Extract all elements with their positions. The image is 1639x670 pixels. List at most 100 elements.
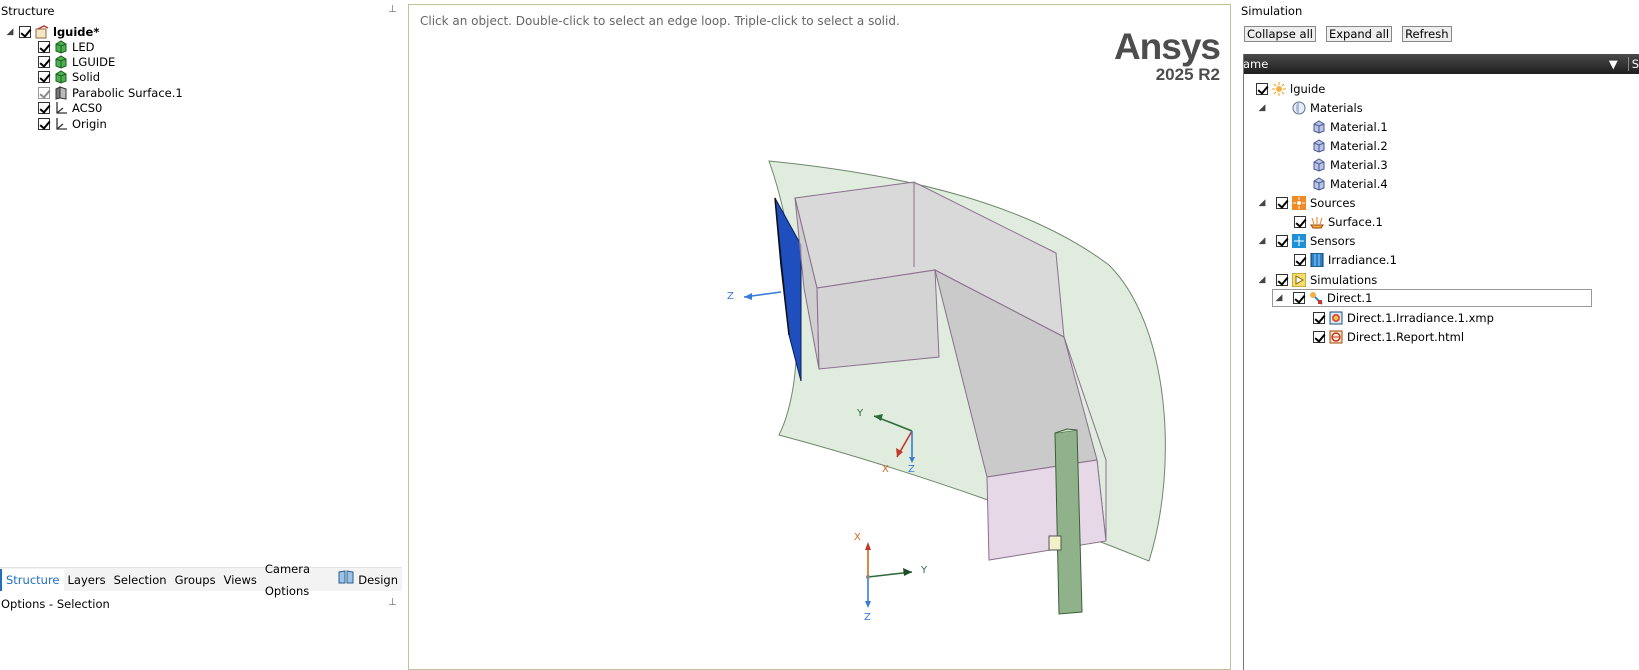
pin-icon[interactable]: ⊥ (388, 4, 397, 15)
root-checkbox[interactable] (19, 25, 31, 38)
structure-panel: Structure ⊥ ◢ lguide* LED LGUIDE Solid P… (0, 0, 405, 670)
expand-arrow-icon[interactable]: ◢ (1273, 293, 1285, 303)
tree-item-solid[interactable]: Solid (38, 69, 100, 84)
filter-icon[interactable]: ▼ (1609, 57, 1618, 71)
sensors-icon (1292, 234, 1306, 248)
tree-item-acs0[interactable]: ACS0 (38, 100, 102, 115)
origin-axis-z-label: Z (864, 612, 871, 623)
sim-item-material-4[interactable]: Material.4 (1308, 175, 1388, 193)
origin-checkbox[interactable] (38, 117, 50, 130)
tab-groups[interactable]: Groups (171, 569, 220, 591)
direct-simulation-icon (1309, 291, 1323, 305)
expand-arrow-icon[interactable]: ◢ (1256, 103, 1268, 113)
tree-item-led[interactable]: LED (38, 39, 95, 54)
material-label: Material.1 (1330, 120, 1388, 134)
sources-icon (1292, 196, 1306, 210)
surface-source-icon (1310, 215, 1324, 229)
options-panel-title: Options - Selection (1, 597, 110, 611)
tab-structure[interactable]: Structure (0, 568, 64, 591)
irradiance-sensor-icon (1310, 253, 1324, 267)
sim-simulations-label: Simulations (1310, 273, 1378, 287)
expand-all-button[interactable]: Expand all (1325, 26, 1393, 42)
sim-item-irradiance[interactable]: Irradiance.1 (1294, 251, 1397, 269)
irradiance-checkbox[interactable] (1294, 254, 1306, 266)
cube-icon (1312, 158, 1326, 172)
axis-x-label: X (882, 464, 889, 475)
sim-item-material-3[interactable]: Material.3 (1308, 156, 1388, 174)
axis-triad-origin: X Y Z (854, 532, 928, 623)
sim-item-root[interactable]: lguide (1256, 80, 1325, 98)
led-axis-z-label: Z (727, 291, 734, 302)
graphics-viewport[interactable]: Click an object. Double-click to select … (408, 4, 1231, 670)
direct-checkbox[interactable] (1293, 292, 1305, 304)
tab-layers[interactable]: Layers (64, 569, 110, 591)
direct-report-checkbox[interactable] (1313, 331, 1325, 343)
sim-item-sources[interactable]: ◢ Sources (1256, 194, 1356, 212)
cube-icon (1312, 139, 1326, 153)
tree-root-lguide[interactable]: ◢ lguide* (4, 24, 100, 39)
column-header-next[interactable]: S (1627, 57, 1639, 71)
sim-direct-label: Direct.1 (1327, 291, 1373, 305)
tree-item-origin[interactable]: Origin (38, 116, 107, 131)
sensors-checkbox[interactable] (1276, 235, 1288, 247)
expand-arrow-icon[interactable]: ◢ (1256, 275, 1268, 285)
direct-xmp-checkbox[interactable] (1313, 312, 1325, 324)
sim-item-direct-xmp[interactable]: Direct.1.Irradiance.1.xmp (1313, 309, 1494, 327)
tree-item-parabolic-surface[interactable]: Parabolic Surface.1 (38, 85, 183, 100)
tab-selection[interactable]: Selection (110, 569, 171, 591)
tree-item-label: Solid (72, 69, 101, 84)
simulation-grid-header: ame ▼ S (1243, 54, 1639, 74)
sim-direct-report-label: Direct.1.Report.html (1347, 330, 1465, 344)
axis-triad-led: Z (727, 291, 782, 302)
tree-item-label: LGUIDE (72, 54, 116, 69)
tab-design-label: Design (358, 572, 398, 587)
pin-icon[interactable]: ⊥ (388, 597, 397, 608)
tab-camera-options[interactable]: Camera Options (261, 562, 334, 598)
sim-item-material-1[interactable]: Material.1 (1308, 118, 1388, 136)
simulation-panel-title: Simulation (1241, 4, 1303, 18)
simulation-panel: Simulation Collapse all Expand all Refre… (1236, 0, 1639, 670)
parabolic-surface-checkbox[interactable] (38, 86, 50, 99)
sim-item-materials[interactable]: ◢ Materials (1256, 99, 1363, 117)
simulation-toolbar: Collapse all Expand all Refresh (1244, 26, 1452, 42)
collapse-all-button[interactable]: Collapse all (1244, 26, 1316, 42)
structure-tab-bar: Structure Layers Selection Groups Views … (0, 562, 402, 598)
expand-arrow-icon[interactable]: ◢ (4, 27, 16, 37)
sim-direct-xmp-label: Direct.1.Irradiance.1.xmp (1347, 311, 1494, 325)
sim-sensors-label: Sensors (1310, 234, 1356, 248)
tree-item-label: Origin (72, 116, 107, 131)
design-root-icon (35, 24, 49, 39)
grid-left-border (1243, 54, 1244, 670)
html-report-icon (1329, 330, 1343, 344)
tree-item-label: ACS0 (72, 100, 103, 115)
sources-checkbox[interactable] (1276, 197, 1288, 209)
surface-checkbox[interactable] (1294, 216, 1306, 228)
sim-surface-label: Surface.1 (1328, 215, 1383, 229)
root-checkbox[interactable] (1256, 83, 1268, 95)
lguide-checkbox[interactable] (38, 55, 50, 68)
tree-item-lguide[interactable]: LGUIDE (38, 54, 115, 69)
tab-views[interactable]: Views (220, 569, 261, 591)
led-block (1054, 429, 1083, 615)
sphere-icon (1292, 101, 1306, 115)
sim-item-direct-report[interactable]: Direct.1.Report.html (1313, 328, 1464, 346)
solid-checkbox[interactable] (38, 70, 50, 83)
simulations-checkbox[interactable] (1276, 274, 1288, 286)
led-checkbox[interactable] (38, 40, 50, 53)
tab-design[interactable]: Design (334, 569, 402, 591)
structure-panel-title: Structure (1, 4, 55, 18)
column-header-name[interactable]: ame (1243, 57, 1268, 71)
sim-irradiance-label: Irradiance.1 (1328, 253, 1397, 267)
3d-model-scene[interactable]: Y X Z Z X Y Z (409, 5, 1231, 670)
sim-item-direct[interactable]: ◢ Direct.1 (1272, 289, 1592, 307)
axis-z-label: Z (908, 464, 915, 475)
sim-item-sensors[interactable]: ◢ Sensors (1256, 232, 1355, 250)
acs0-checkbox[interactable] (38, 101, 50, 114)
sim-item-surface[interactable]: Surface.1 (1294, 213, 1383, 231)
refresh-button[interactable]: Refresh (1402, 26, 1452, 42)
expand-arrow-icon[interactable]: ◢ (1256, 198, 1268, 208)
sim-item-material-2[interactable]: Material.2 (1308, 137, 1388, 155)
solid-body-icon (54, 54, 68, 69)
sim-item-simulations[interactable]: ◢ Simulations (1256, 271, 1377, 289)
expand-arrow-icon[interactable]: ◢ (1256, 236, 1268, 246)
